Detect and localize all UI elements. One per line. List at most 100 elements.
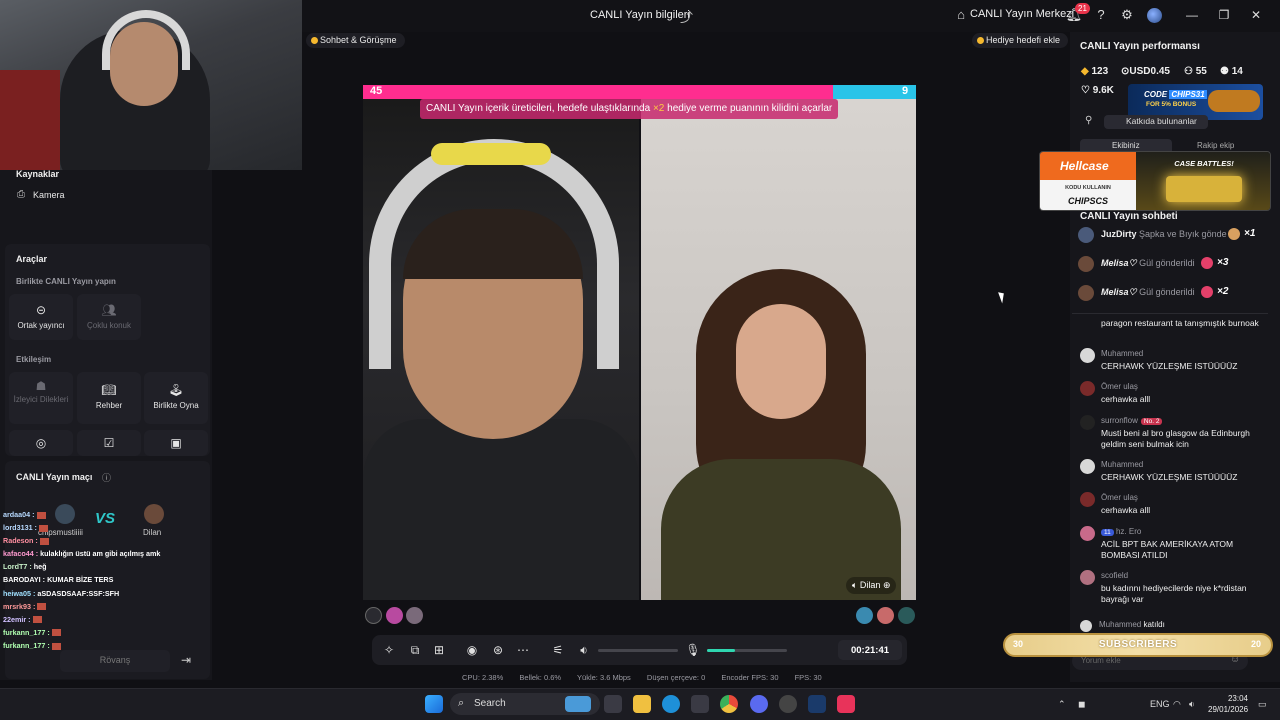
notification-icon[interactable]: ▭: [1258, 699, 1267, 710]
gifters-value: 14: [1231, 66, 1243, 77]
play-together-button[interactable]: 🕹︎ Birlikte Oyna: [144, 372, 208, 424]
tab-team[interactable]: Ekibiniz: [1112, 141, 1140, 150]
wifi-icon[interactable]: ◠: [1173, 699, 1181, 710]
guide-label: Rehber: [95, 401, 123, 410]
encoder-fps-stat: Encoder FPS: 30: [721, 673, 779, 682]
taskbar-clock[interactable]: 23:04 29/01/2026: [1208, 693, 1248, 715]
speaker-icon[interactable]: 🔉︎: [1189, 699, 1195, 710]
chrome-icon[interactable]: [720, 695, 738, 713]
task-view-icon[interactable]: [604, 695, 622, 713]
avatar: [1080, 415, 1095, 430]
usd-value: USD0.45: [1129, 66, 1170, 77]
close-icon[interactable]: ✕: [1246, 8, 1266, 22]
viewer-requests-button[interactable]: ☗ İzleyici Dilekleri: [9, 372, 73, 424]
rematch-button[interactable]: Rövanş: [60, 650, 170, 672]
tab-opponent[interactable]: Rakip ekip: [1197, 141, 1234, 150]
hellcase-logo: Hellcase: [1040, 152, 1136, 180]
record-icon[interactable]: ◉: [464, 643, 480, 657]
tool-more-3[interactable]: ▣: [144, 430, 208, 456]
gift-goal-chip[interactable]: Hediye hedefi ekle: [972, 33, 1069, 48]
co-host-button[interactable]: ⊝ Ortak yayıncı: [9, 294, 73, 340]
add-user-icon[interactable]: ⚲: [1085, 115, 1092, 126]
overlay-chat-line: mrsrk93 :: [3, 600, 183, 613]
chat-message: Muhammed CERHAWK YÜZLEŞME ISTÜÜÜÜZ: [1080, 348, 1265, 376]
link-icon: ⊝: [35, 303, 47, 317]
mouse-cursor: [998, 290, 1007, 304]
avatar: [1080, 381, 1095, 396]
language-indicator[interactable]: ENG: [1150, 699, 1170, 709]
chat-message: Ömer ulaş cerhawka alll: [1080, 492, 1265, 520]
avatar: [1078, 256, 1094, 272]
live-center-link[interactable]: CANLI Yayın Merkezi: [970, 8, 1074, 20]
overlay-chat-line: furkann_177 :: [3, 626, 183, 639]
bulb-icon: [977, 37, 984, 44]
home-icon[interactable]: ⌂: [952, 7, 970, 22]
mic-level-slider[interactable]: [707, 649, 787, 652]
stats-bar: CPU: 2.38% Bellek: 0.6% Yükle: 3.6 Mbps …: [462, 673, 836, 682]
gift-sender-name: JuzDirty: [1101, 229, 1137, 239]
windows-start-icon[interactable]: [425, 695, 443, 713]
app-icon[interactable]: [779, 695, 797, 713]
info-icon[interactable]: ⓘ: [102, 471, 111, 484]
chat-message: surronflow No. 2 Musti beni al bro glasgo…: [1080, 415, 1265, 455]
opponent-tag[interactable]: 🔈︎ Dilan ⊕: [846, 577, 897, 594]
tool-more-2[interactable]: ☑: [77, 430, 141, 456]
team-avatar[interactable]: [386, 607, 403, 624]
emote-icon: [32, 616, 42, 624]
effects-icon[interactable]: ⊛: [490, 643, 506, 657]
app-icon[interactable]: [691, 695, 709, 713]
box-icon: ▣: [170, 436, 182, 450]
camera-source[interactable]: Kamera: [33, 190, 65, 200]
tool-more-1[interactable]: ◎: [9, 430, 73, 456]
guest-face: [736, 304, 826, 419]
chat-text: kulaklığın üstü am gibi açılmış amk: [40, 549, 161, 559]
steam-icon[interactable]: [808, 695, 826, 713]
file-explorer-icon[interactable]: [633, 695, 651, 713]
guest-video: [641, 99, 916, 600]
maximize-icon[interactable]: ❐: [1214, 8, 1234, 22]
edge-icon[interactable]: [662, 695, 680, 713]
subscriber-goal-bar: 30 SUBSCRIBERS 20: [1003, 633, 1273, 657]
chat-user: heiwa05 :: [3, 588, 36, 598]
minimize-icon[interactable]: —: [1182, 8, 1202, 22]
multi-guest-button[interactable]: 👥︎ Çoklu konuk: [77, 294, 141, 340]
layout-icon[interactable]: ⧉: [407, 643, 423, 658]
discord-icon[interactable]: [750, 695, 768, 713]
exit-icon[interactable]: ⇥: [181, 653, 191, 667]
add-icon: ⊕: [882, 580, 891, 590]
overlay-chat-line: kafaco44 : kulaklığın üstü am gibi açılm…: [3, 547, 183, 560]
chat-message: Muhammed katıldı: [1080, 620, 1265, 634]
rank-badge: No. 2: [1140, 418, 1163, 425]
contributors-button[interactable]: Katkıda bulunanlar: [1104, 115, 1208, 129]
settings-sliders-icon[interactable]: ⚟: [550, 643, 566, 657]
guide-button[interactable]: 📖︎ Rehber: [77, 372, 141, 424]
gear-icon[interactable]: ⚙: [1118, 7, 1136, 23]
host-goggles: [431, 143, 551, 165]
gift-sender: Melisa♡ Gül gönderildi: [1101, 258, 1195, 269]
help-icon[interactable]: ?: [1092, 7, 1110, 22]
volume-icon[interactable]: 🔉︎: [576, 643, 592, 658]
widget-icon[interactable]: [565, 696, 591, 712]
add-scene-icon[interactable]: ⊞: [431, 643, 447, 657]
tiktok-live-studio-icon[interactable]: [837, 695, 855, 713]
subs-label: SUBSCRIBERS: [1098, 639, 1178, 650]
opponent-team-avatar[interactable]: [898, 607, 915, 624]
chat-call-chip[interactable]: Sohbet & Görüşme: [306, 33, 405, 48]
opponent-team-avatar[interactable]: [856, 607, 873, 624]
opponent-team-avatar[interactable]: [877, 607, 894, 624]
magic-wand-icon[interactable]: ✧: [381, 643, 397, 657]
stream-info-title[interactable]: CANLI Yayın bilgileri: [590, 9, 690, 21]
team-avatar[interactable]: [406, 607, 423, 624]
team-avatar[interactable]: [365, 607, 382, 624]
score-right: 9: [902, 85, 909, 97]
more-icon[interactable]: ⋯: [515, 643, 531, 657]
volume-slider[interactable]: [598, 649, 678, 652]
share-icon[interactable]: ⤴: [680, 7, 693, 26]
microphone-icon[interactable]: 🎙︎: [685, 643, 701, 657]
gift-text: Gül gönderildi: [1139, 258, 1195, 268]
profile-avatar[interactable]: [1147, 8, 1162, 23]
discord-tray-icon[interactable]: ◼: [1078, 699, 1085, 710]
chevron-up-icon[interactable]: ⌃: [1058, 699, 1066, 710]
chat-text: heğ: [33, 562, 47, 572]
co-host-label: Ortak yayıncı: [17, 321, 65, 330]
